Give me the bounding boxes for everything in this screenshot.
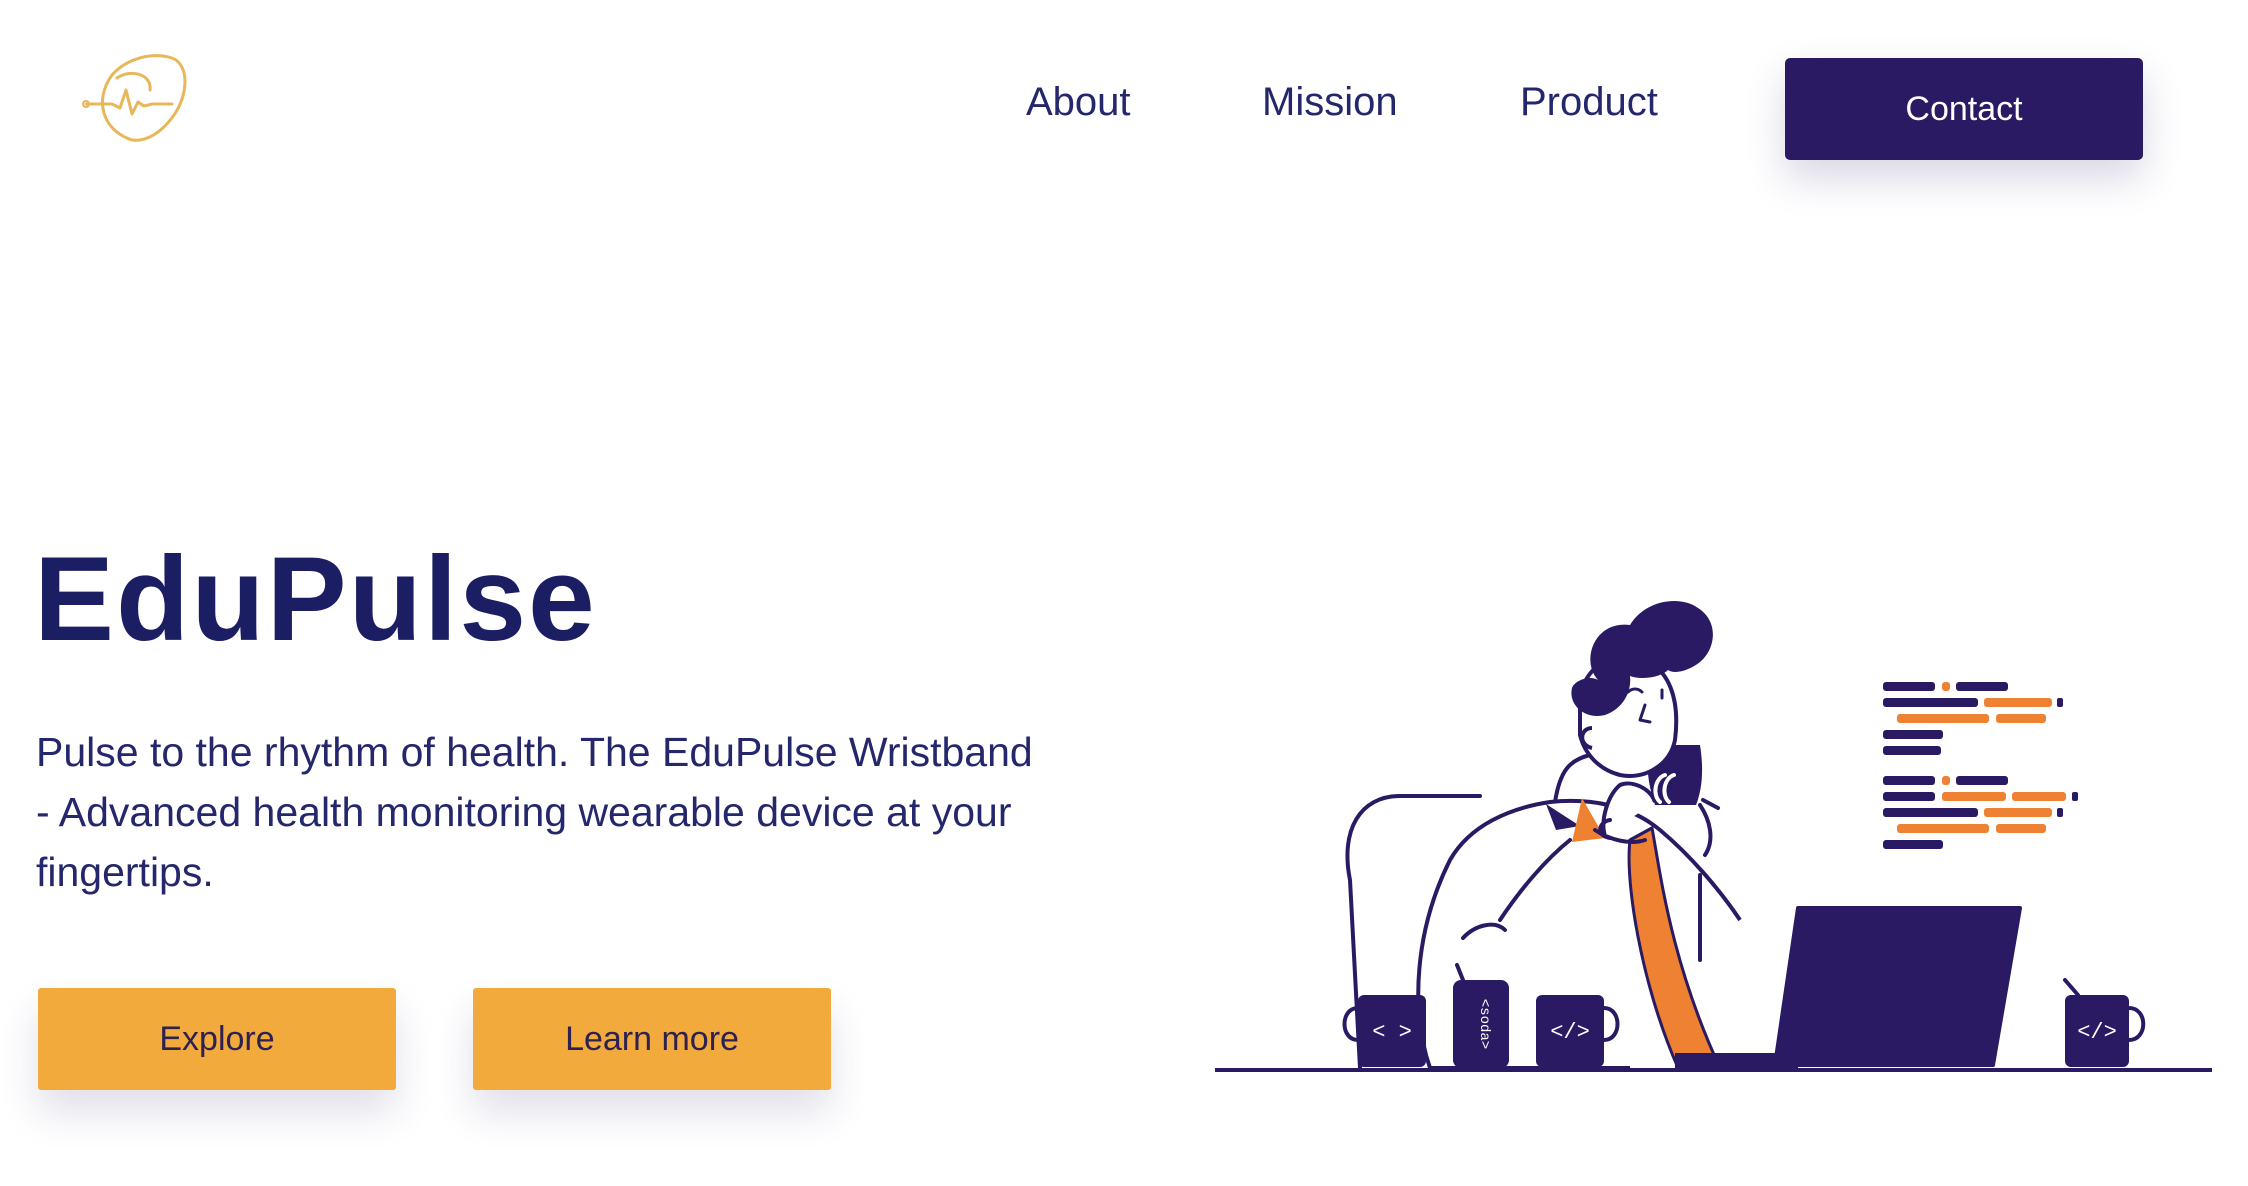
developer-drinking-coffee-illustration: < > <soda> </> </> xyxy=(1215,601,2212,1072)
heart-pulse-icon xyxy=(82,54,187,142)
nav-link-about[interactable]: About xyxy=(1026,80,1131,125)
learn-more-button[interactable]: Learn more xyxy=(473,988,831,1090)
svg-text:< >: < > xyxy=(1372,1020,1412,1045)
code-snippet-icon xyxy=(1883,776,2078,849)
explore-button[interactable]: Explore xyxy=(38,988,396,1090)
svg-text:</>: </> xyxy=(2077,1020,2117,1045)
hero-title: EduPulse xyxy=(34,532,597,666)
nav-link-mission[interactable]: Mission xyxy=(1262,80,1398,125)
svg-text:<soda>: <soda> xyxy=(1476,999,1492,1049)
hero-illustration: < > <soda> </> </> xyxy=(1200,540,2220,1080)
code-snippet-icon xyxy=(1883,682,2063,755)
mug-icon: </> xyxy=(2063,978,2146,1067)
hero-description: Pulse to the rhythm of health. The EduPu… xyxy=(36,729,1033,895)
logo[interactable] xyxy=(82,50,192,150)
contact-button[interactable]: Contact xyxy=(1785,58,2143,160)
soda-can-icon: <soda> xyxy=(1453,963,1509,1068)
nav-link-product[interactable]: Product xyxy=(1520,80,1658,125)
landing-page: About Mission Product Contact EduPulse P… xyxy=(0,0,2248,1186)
svg-text:</>: </> xyxy=(1550,1020,1590,1045)
mug-icon: </> xyxy=(1536,995,1620,1067)
